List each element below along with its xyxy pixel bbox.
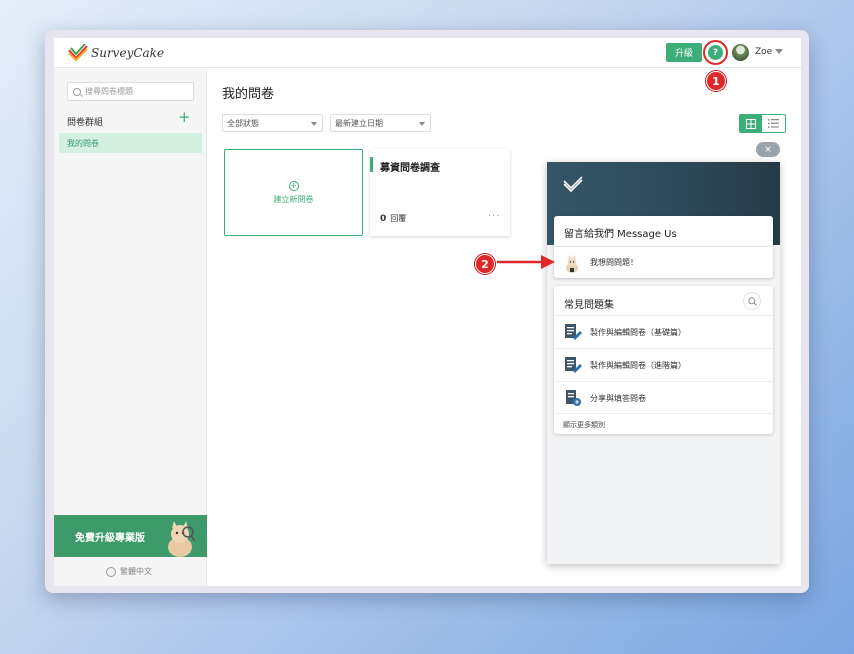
list-icon [768,119,779,128]
more-options-icon[interactable]: ··· [488,211,501,222]
sort-select[interactable]: 最新建立日期 [330,114,431,132]
panel-logo-icon [563,176,583,192]
cat-mascot-icon [168,521,196,557]
message-us-title: 留言給我們 Message Us [564,229,677,240]
chevron-down-icon [311,122,317,126]
edit-survey-icon [565,324,582,340]
surveycake-logo[interactable]: SurveyCake [68,43,164,63]
chevron-down-icon[interactable] [775,49,783,54]
faq-item-advanced[interactable]: 製作與編輯問卷（進階篇） [554,348,773,381]
create-survey-card[interactable]: + 建立新問卷 [224,149,363,236]
avatar[interactable] [732,44,749,61]
survey-title: 募資問卷調查 [380,163,440,174]
status-filter-select[interactable]: 全部狀態 [222,114,323,132]
response-number: 0 [380,214,387,224]
sidebar-item-my-surveys[interactable]: 我的問卷 [59,133,202,153]
chevron-down-icon [419,122,425,126]
grid-view-button[interactable] [740,115,763,132]
upgrade-promo-banner[interactable]: 免費升級專業版 [54,515,207,557]
search-icon [747,296,757,306]
sidebar: 搜尋問卷標題 問卷群組 + 我的問卷 免費升級專業版 繁體中文 [54,69,207,586]
faq-title: 常見問題集 [564,300,614,311]
edit-survey-advanced-icon [565,357,582,373]
status-filter-value: 全部狀態 [227,118,259,128]
help-icon[interactable]: ? [708,45,723,60]
faq-item-basic[interactable]: 製作與編輯問卷（基礎篇） [554,315,773,348]
language-label: 繁體中文 [120,567,152,576]
app-root: SurveyCake 升級 ? Zoe 搜尋問卷標題 問卷群組 + 我的問卷 免… [54,38,801,586]
show-more-categories-link[interactable]: 顯示更多類別 [554,413,773,434]
search-icon [73,87,81,96]
cat-avatar-icon [566,255,578,273]
view-toggle [739,114,786,133]
message-us-card: 留言給我們 Message Us 我想問問題！ [554,216,773,278]
language-selector[interactable]: 繁體中文 [106,566,152,577]
search-placeholder: 搜尋問卷標題 [85,87,133,96]
user-name[interactable]: Zoe [755,47,772,57]
callout-badge-1: 1 [706,71,726,91]
response-label: 回覆 [390,214,407,223]
faq-item-label: 製作與編輯問卷（進階篇） [590,361,686,370]
faq-item-label: 製作與編輯問卷（基礎篇） [590,328,686,337]
survey-response-count: 0 回覆 [380,213,406,224]
group-label: 問卷群組 [67,118,104,128]
ask-question-item[interactable]: 我想問問題！ [554,246,773,278]
top-header: SurveyCake 升級 ? Zoe [54,38,801,68]
upgrade-button[interactable]: 升級 [666,43,702,62]
promo-label: 免費升級專業版 [75,532,145,544]
close-panel-button[interactable]: × [756,142,780,157]
add-group-icon[interactable]: + [178,108,191,126]
faq-card: 常見問題集 製作與編輯問卷（基礎篇） 製作與編輯問卷（進階篇） 分享與填答問卷 … [554,286,773,434]
logo-text: SurveyCake [91,46,165,60]
survey-card[interactable]: 募資問卷調查 0 回覆 ··· [370,149,510,236]
search-input[interactable]: 搜尋問卷標題 [67,82,194,101]
faq-item-share[interactable]: 分享與填答問卷 [554,381,773,414]
faq-item-label: 分享與填答問卷 [590,394,646,403]
grid-icon [746,118,756,129]
annotation-arrow-icon [497,255,555,269]
ask-question-text: 我想問問題！ [590,258,638,267]
callout-badge-2: 2 [475,254,495,274]
survey-accent-bar [370,157,373,172]
page-title: 我的問卷 [222,87,275,102]
globe-icon [106,566,116,577]
sort-value: 最新建立日期 [335,118,383,128]
help-panel: 留言給我們 Message Us 我想問問題！ 常見問題集 製作與編輯問卷（基礎… [547,162,780,564]
logo-icon [68,44,88,62]
faq-search-icon[interactable] [743,292,761,310]
create-survey-label: 建立新問卷 [273,194,314,204]
browser-window: SurveyCake 升級 ? Zoe 搜尋問卷標題 問卷群組 + 我的問卷 免… [45,30,809,593]
plus-circle-icon: + [288,180,299,191]
list-view-button[interactable] [762,115,785,132]
share-survey-icon [566,390,581,406]
